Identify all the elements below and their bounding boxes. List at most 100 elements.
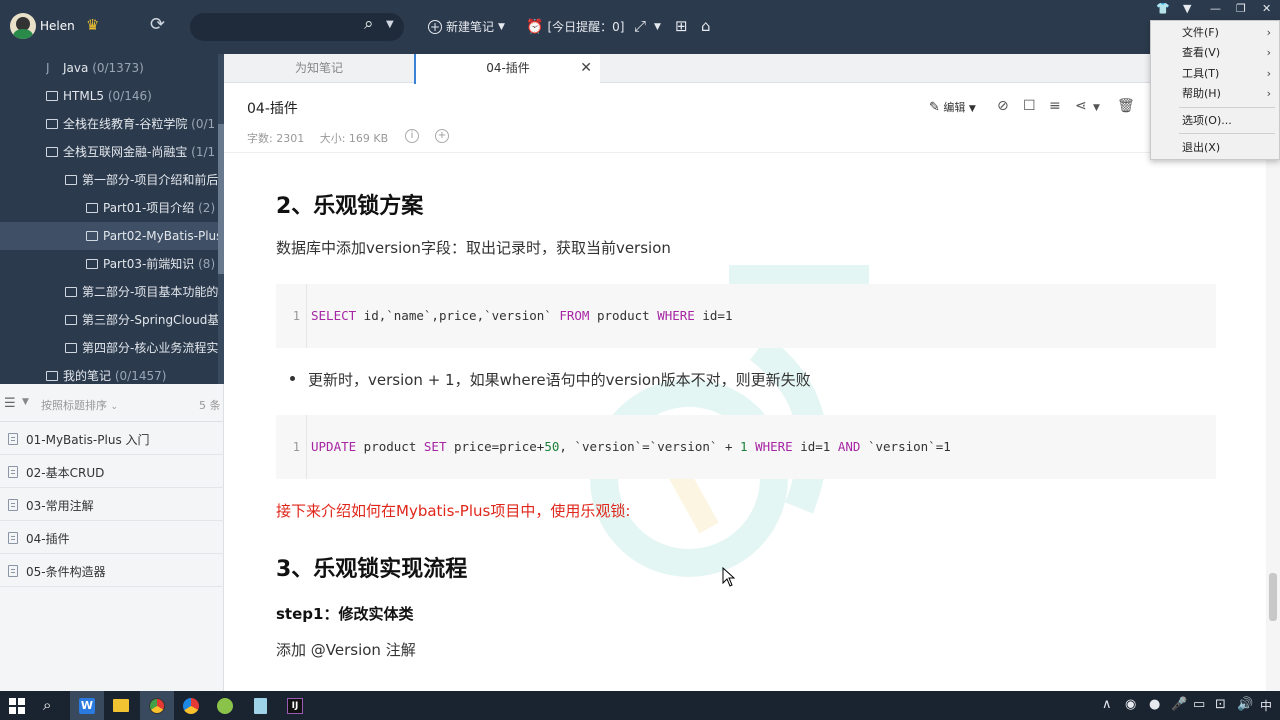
note-content[interactable]: 2、乐观锁方案 数据库中添加version字段：取出记录时，获取当前versio…	[224, 153, 1266, 691]
tree-item-java[interactable]: J Java (0/1373)	[46, 54, 144, 82]
folder-tree: J Java (0/1373) HTML5 (0/146) 全栈在线教育-谷粒学院…	[0, 54, 224, 384]
taskbar-explorer[interactable]	[104, 691, 138, 720]
menu-item-label: 查看(V)	[1182, 46, 1221, 59]
tree-item-count: (8)	[198, 257, 216, 271]
menu-item-label: 文件(F)	[1182, 26, 1219, 39]
crown-icon[interactable]: ♛	[86, 16, 99, 34]
code-text: product	[356, 439, 424, 454]
grid-icon[interactable]: ⊞	[675, 17, 688, 35]
taskbar-browser-2[interactable]	[174, 691, 208, 720]
chevron-down-icon[interactable]: ▼	[22, 397, 29, 407]
list-item-title: 05-条件构造器	[26, 565, 106, 579]
mouse-cursor-icon	[722, 567, 736, 587]
tree-item-part-two[interactable]: 第二部分-项目基本功能的	[65, 278, 218, 306]
avatar[interactable]	[10, 13, 36, 39]
share-icon[interactable]: ⋖	[1075, 98, 1087, 114]
tree-item-part01[interactable]: Part01-项目介绍 (2)	[86, 194, 215, 222]
delete-icon[interactable]: 🗑	[1117, 98, 1135, 114]
start-button[interactable]	[0, 691, 34, 720]
comment-icon[interactable]: ☐	[1023, 98, 1036, 114]
tree-item-srb[interactable]: 全栈互联网金融-尚融宝 (1/1	[46, 138, 215, 166]
history-icon[interactable]: ≡	[1049, 98, 1061, 114]
windows-icon	[9, 698, 25, 714]
document-icon	[8, 565, 18, 577]
list-item[interactable]: 03-常用注解	[0, 488, 224, 521]
taskbar-chrome[interactable]	[140, 691, 174, 720]
minimize-icon[interactable]: —	[1210, 2, 1221, 15]
menu-item-file[interactable]: 文件(F) ›	[1151, 23, 1279, 43]
paragraph: 添加 @Version 注解	[276, 641, 416, 659]
menu-item-view[interactable]: 查看(V) ›	[1151, 43, 1279, 63]
expand-icon[interactable]: ⤢	[634, 17, 646, 35]
taskbar-notepad[interactable]	[244, 691, 278, 720]
skin-icon[interactable]: 👕	[1156, 2, 1170, 15]
tree-item-part-three[interactable]: 第三部分-SpringCloud基	[65, 306, 219, 334]
add-tag-icon[interactable]: +	[435, 129, 449, 143]
chevron-down-icon[interactable]: ▼	[654, 22, 661, 32]
chevron-down-icon[interactable]: ▼	[1093, 103, 1100, 113]
code-block[interactable]: 1 UPDATE product SET price=price+50, `ve…	[276, 415, 1216, 479]
tab-label: 04-插件	[486, 61, 530, 75]
close-icon[interactable]: ✕	[1262, 2, 1271, 15]
new-note-button[interactable]: + 新建笔记 ▼	[428, 18, 505, 35]
home-icon[interactable]: ⌂	[701, 17, 711, 35]
tree-item-part-four[interactable]: 第四部分-核心业务流程实	[65, 334, 218, 362]
tree-item-count: (0/1457)	[114, 369, 167, 383]
edit-button[interactable]: ✎ 编辑 ▼	[929, 99, 976, 115]
sort-dropdown[interactable]: 按照标题排序 ⌄	[41, 397, 118, 413]
chevron-down-icon[interactable]: ▼	[386, 19, 394, 30]
volume-icon[interactable]: 🔊	[1237, 697, 1253, 712]
tree-item-html5[interactable]: HTML5 (0/146)	[46, 82, 152, 110]
tab-label: 为知笔记	[294, 61, 343, 75]
tab-04-plugin[interactable]: 04-插件 ✕	[414, 54, 600, 84]
tree-item-label: Part03-前端知识	[103, 257, 195, 271]
ime-indicator[interactable]: 中	[1260, 697, 1272, 714]
keyword: FROM	[559, 308, 590, 323]
edit-label: 编辑	[943, 101, 966, 114]
attachment-icon[interactable]: ⊘	[997, 98, 1009, 114]
tab-wiznote[interactable]: 为知笔记	[224, 54, 414, 83]
taskbar-search[interactable]: ⌕	[34, 691, 68, 720]
list-view-icon[interactable]: ☰	[4, 396, 16, 411]
network-icon[interactable]: ⊡	[1215, 697, 1226, 712]
info-icon[interactable]: i	[405, 129, 419, 143]
tree-item-part02[interactable]: Part02-MyBatis-Plus	[0, 222, 218, 250]
restore-icon[interactable]: ❐	[1236, 2, 1246, 15]
folder-icon	[86, 203, 98, 213]
list-item[interactable]: 04-插件	[0, 521, 224, 554]
list-item[interactable]: 02-基本CRUD	[0, 455, 224, 488]
tree-item-my-notes[interactable]: 我的笔记 (0/1457)	[46, 362, 166, 384]
code-block[interactable]: 1 SELECT id,`name`,price,`version` FROM …	[276, 284, 1216, 348]
tree-item-label: 第四部分-核心业务流程实	[82, 341, 219, 355]
tree-item-guli[interactable]: 全栈在线教育-谷粒学院 (0/1	[46, 110, 215, 138]
code-text: price=price+	[446, 439, 545, 454]
reminder-button[interactable]: ⏰ [今日提醒：0]	[526, 18, 624, 35]
sync-icon[interactable]: ⟳	[150, 14, 165, 35]
reminder-label: [今日提醒：0]	[547, 20, 625, 34]
battery-icon[interactable]: ▭	[1193, 697, 1205, 712]
keyword: WHERE	[755, 439, 793, 454]
menu-icon[interactable]: ▼	[1183, 2, 1191, 15]
note-title[interactable]: 04-插件	[247, 98, 298, 118]
tree-item-label: 全栈在线教育-谷粒学院	[63, 117, 188, 131]
close-icon[interactable]: ✕	[580, 54, 592, 83]
chevron-up-icon[interactable]: ∧	[1102, 697, 1112, 712]
content-scrollbar[interactable]	[1266, 153, 1280, 691]
tray-app-icon[interactable]: ●	[1149, 697, 1160, 712]
taskbar-app-green[interactable]	[208, 691, 242, 720]
taskbar-wiznote[interactable]: W	[70, 691, 104, 720]
menu-item-options[interactable]: 选项(O)...	[1151, 111, 1279, 131]
menu-item-tools[interactable]: 工具(T) ›	[1151, 64, 1279, 84]
username[interactable]: Helen	[40, 19, 75, 33]
microphone-icon[interactable]: 🎤	[1171, 697, 1187, 712]
list-item[interactable]: 05-条件构造器	[0, 554, 224, 587]
tree-item-part-one[interactable]: 第一部分-项目介绍和前后	[65, 166, 218, 194]
obs-icon[interactable]: ◉	[1125, 697, 1136, 712]
menu-item-exit[interactable]: 退出(X)	[1151, 138, 1279, 158]
search-icon[interactable]: ⌕	[364, 14, 374, 34]
tree-item-part03[interactable]: Part03-前端知识 (8)	[86, 250, 215, 278]
menu-item-help[interactable]: 帮助(H) ›	[1151, 84, 1279, 104]
taskbar-idea[interactable]: IJ	[278, 691, 312, 720]
list-item[interactable]: 01-MyBatis-Plus 入门	[0, 422, 224, 455]
browser-icon	[183, 698, 199, 714]
